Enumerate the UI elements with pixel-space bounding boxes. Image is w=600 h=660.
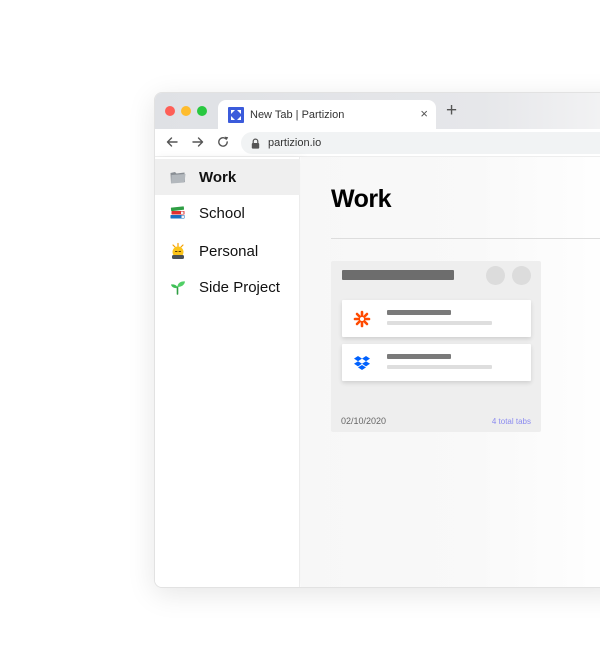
seedling-icon	[171, 281, 185, 295]
sidebar-item-label: School	[199, 204, 245, 222]
reload-icon[interactable]	[216, 135, 230, 149]
window-zoom-button[interactable]	[197, 106, 207, 116]
page-title: Work	[331, 185, 392, 213]
tab-url-placeholder	[387, 365, 492, 369]
tab-group-card[interactable]: 02/10/2020 4 total tabs	[331, 261, 541, 432]
folder-icon	[170, 172, 186, 184]
forward-arrow-icon[interactable]	[191, 135, 205, 149]
browser-toolbar: partizion.io	[155, 129, 600, 157]
sidebar-item-personal[interactable]: Personal	[155, 233, 300, 269]
browser-window: New Tab | Partizion × + partizion.io Wor…	[154, 92, 600, 588]
saved-tab-item[interactable]	[342, 300, 531, 337]
browser-tab[interactable]: New Tab | Partizion ×	[218, 100, 436, 129]
title-divider	[331, 238, 600, 239]
group-tab-count[interactable]: 4 total tabs	[492, 417, 531, 426]
group-date: 02/10/2020	[341, 416, 387, 426]
sidebar-item-label: Personal	[199, 242, 259, 260]
tab-title-placeholder	[387, 354, 451, 359]
person-emoji-icon	[172, 242, 184, 259]
tab-title: New Tab | Partizion	[250, 108, 345, 121]
address-bar[interactable]: partizion.io	[241, 132, 600, 154]
sidebar-item-side-project[interactable]: Side Project	[155, 269, 300, 305]
new-tab-button[interactable]: +	[446, 101, 457, 120]
group-action-button[interactable]	[486, 266, 505, 285]
url-text: partizion.io	[268, 137, 322, 149]
window-minimize-button[interactable]	[181, 106, 191, 116]
sidebar: Work School Personal Side Project	[155, 157, 300, 587]
back-arrow-icon[interactable]	[165, 135, 179, 149]
group-action-button[interactable]	[512, 266, 531, 285]
saved-tab-item[interactable]	[342, 344, 531, 381]
sidebar-item-label: Side Project	[199, 278, 280, 296]
window-close-button[interactable]	[165, 106, 175, 116]
sidebar-item-work[interactable]: Work	[155, 159, 300, 195]
tab-close-icon[interactable]: ×	[420, 106, 428, 122]
sidebar-item-school[interactable]: School	[155, 195, 300, 231]
tab-strip: New Tab | Partizion × +	[155, 93, 600, 129]
tab-title-placeholder	[387, 310, 451, 315]
tab-url-placeholder	[387, 321, 492, 325]
main-content: Work 02/10/2020 4 total tabs	[301, 157, 600, 587]
zapier-icon	[353, 310, 371, 328]
sidebar-item-label: Work	[199, 168, 237, 186]
dropbox-icon	[354, 356, 370, 370]
books-icon	[170, 206, 185, 219]
lock-icon	[251, 138, 260, 149]
group-title-placeholder	[342, 270, 454, 280]
partizion-logo-icon	[228, 106, 244, 123]
